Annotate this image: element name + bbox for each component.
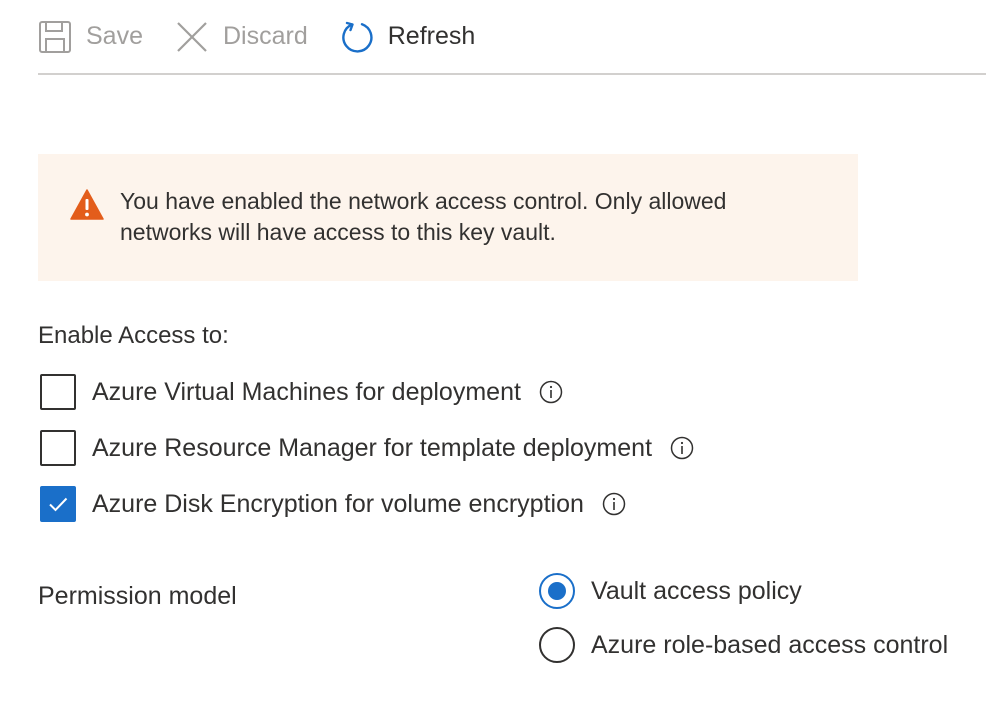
command-bar: Save Discard Refresh xyxy=(38,0,986,75)
warning-icon xyxy=(70,188,104,222)
rbac-radio[interactable] xyxy=(539,627,575,663)
close-icon xyxy=(175,20,209,54)
checkbox-row-disk-encryption[interactable]: Azure Disk Encryption for volume encrypt… xyxy=(40,486,626,522)
warning-message-line-1: You have enabled the network access cont… xyxy=(120,188,727,214)
discard-label: Discard xyxy=(222,22,308,50)
info-icon[interactable] xyxy=(670,436,694,460)
refresh-label: Refresh xyxy=(387,22,476,50)
refresh-icon xyxy=(340,20,374,54)
key-vault-access-configuration: Save Discard Refresh You have enabled th… xyxy=(0,0,986,702)
resource-manager-checkbox[interactable] xyxy=(40,430,76,466)
refresh-button[interactable]: Refresh xyxy=(340,17,476,57)
vault-access-policy-label: Vault access policy xyxy=(591,576,802,605)
vault-access-policy-radio[interactable] xyxy=(539,573,575,609)
warning-message-line-2: networks will have access to this key va… xyxy=(120,219,556,245)
virtual-machines-label: Azure Virtual Machines for deployment xyxy=(92,377,521,406)
rbac-label: Azure role-based access control xyxy=(591,630,949,659)
radio-row-rbac[interactable]: Azure role-based access control xyxy=(539,626,948,664)
save-icon xyxy=(38,20,72,54)
checkbox-row-virtual-machines[interactable]: Azure Virtual Machines for deployment xyxy=(40,374,563,410)
save-label: Save xyxy=(86,22,143,50)
info-icon[interactable] xyxy=(539,380,563,404)
resource-manager-label: Azure Resource Manager for template depl… xyxy=(92,433,653,462)
permission-model-label: Permission model xyxy=(38,582,237,610)
network-access-warning-banner: You have enabled the network access cont… xyxy=(38,154,858,281)
radio-selected-dot xyxy=(548,582,566,600)
discard-button[interactable]: Discard xyxy=(175,17,308,57)
disk-encryption-label: Azure Disk Encryption for volume encrypt… xyxy=(92,489,584,518)
save-button[interactable]: Save xyxy=(38,17,143,57)
virtual-machines-checkbox[interactable] xyxy=(40,374,76,410)
checkbox-row-resource-manager[interactable]: Azure Resource Manager for template depl… xyxy=(40,430,694,466)
enable-access-label: Enable Access to: xyxy=(38,322,229,349)
disk-encryption-checkbox[interactable] xyxy=(40,486,76,522)
checkmark-icon xyxy=(49,497,68,512)
radio-row-vault-access-policy[interactable]: Vault access policy xyxy=(539,572,802,610)
warning-message: You have enabled the network access cont… xyxy=(120,186,726,248)
info-icon[interactable] xyxy=(602,492,626,516)
